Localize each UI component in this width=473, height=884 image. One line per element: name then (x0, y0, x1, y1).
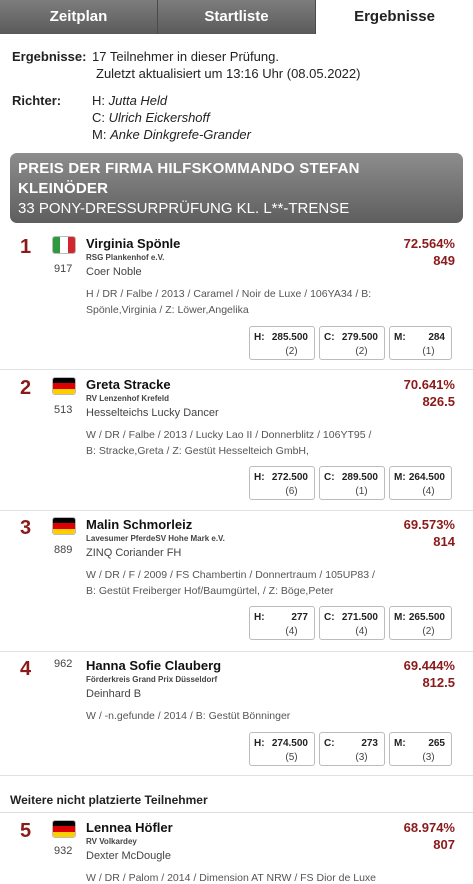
horse-name: ZINQ Coriander FH (86, 547, 182, 559)
percentage: 70.641% (403, 377, 455, 392)
bib-number: 932 (54, 845, 73, 857)
section-divider (0, 812, 473, 813)
rank: 2 (20, 377, 32, 399)
score-m: M: 284 (1) (389, 326, 452, 360)
tab-zeitplan[interactable]: Zeitplan (0, 0, 158, 34)
results-label: Ergebnisse: (12, 49, 87, 64)
rank: 4 (20, 658, 32, 680)
last-updated: Zuletzt aktualisiert um 13:16 Uhr (08.05… (96, 66, 361, 81)
result-row-2[interactable]: 2 513 Greta Stracke RV Lenzenhof Krefeld… (0, 373, 473, 511)
score-m: M: 265.500 (2) (389, 606, 452, 640)
score-m: M: 264.500 (4) (389, 466, 452, 500)
points: 807 (433, 837, 455, 852)
percentage: 69.573% (403, 517, 455, 532)
horse-details: W / DR / Palom / 2014 / Dimension AT NRW… (86, 872, 377, 884)
club-name: RV Lenzenhof Krefeld (86, 394, 169, 403)
points: 826.5 (422, 394, 455, 409)
club-name: Förderkreis Grand Prix Düsseldorf (86, 675, 218, 684)
bib-number: 917 (54, 263, 73, 275)
club-name: Lavesumer PferdeSV Hohe Mark e.V. (86, 534, 225, 543)
score-c: C: 289.500 (1) (319, 466, 385, 500)
rider-name[interactable]: Malin Schmorleiz (86, 517, 192, 532)
percentage: 69.444% (403, 658, 455, 673)
score-c: C: 279.500 (2) (319, 326, 385, 360)
score-m: M: 265 (3) (389, 732, 452, 766)
italy-flag-icon (52, 236, 76, 254)
score-h: H: 272.500 (6) (249, 466, 315, 500)
club-name: RSG Plankenhof e.V. (86, 253, 165, 262)
horse-details: W / DR / F / 2009 / FS Chambertin / Donn… (86, 569, 375, 597)
judge-scores: H: 285.500 (2) C: 279.500 (2) M: 284 (1) (249, 326, 452, 360)
horse-details: W / DR / Falbe / 2013 / Lucky Lao II / D… (86, 429, 372, 457)
judge-c: C: Ulrich Eickershoff (92, 110, 210, 125)
judge-scores: H: 277 (4) C: 271.500 (4) M: 265.500 (2) (249, 606, 452, 640)
rider-name[interactable]: Hanna Sofie Clauberg (86, 658, 221, 673)
result-row-1[interactable]: 1 917 Virginia Spönle RSG Plankenhof e.V… (0, 232, 473, 370)
score-h: H: 285.500 (2) (249, 326, 315, 360)
score-c: C: 273 (3) (319, 732, 385, 766)
rider-name[interactable]: Virginia Spönle (86, 236, 180, 251)
judge-m: M: Anke Dinkgrefe-Grander (92, 127, 251, 142)
rank: 5 (20, 820, 32, 842)
tab-startliste[interactable]: Startliste (158, 0, 316, 34)
score-c: C: 271.500 (4) (319, 606, 385, 640)
result-row-5[interactable]: 5 932 Lennea Höfler RV Volkardey Dexter … (0, 816, 473, 884)
rider-name[interactable]: Greta Stracke (86, 377, 171, 392)
horse-name: Hesselteichs Lucky Dancer (86, 407, 219, 419)
percentage: 68.974% (403, 820, 455, 835)
judge-scores: H: 272.500 (6) C: 289.500 (1) M: 264.500 (4) (249, 466, 452, 500)
competition-title-line1: PREIS DER FIRMA HILFSKOMMANDO STEFAN (18, 160, 360, 177)
bib-number: 962 (54, 658, 73, 670)
score-h: H: 277 (4) (249, 606, 315, 640)
tab-ergebnisse[interactable]: Ergebnisse (316, 0, 473, 34)
rider-name[interactable]: Lennea Höfler (86, 820, 173, 835)
rank: 3 (20, 517, 32, 539)
judge-scores: H: 274.500 (5) C: 273 (3) M: 265 (3) (249, 732, 452, 766)
horse-name: Deinhard B (86, 688, 142, 700)
club-name: RV Volkardey (86, 837, 137, 846)
bib-number: 513 (54, 404, 73, 416)
horse-details: H / DR / Falbe / 2013 / Caramel / Noir d… (86, 288, 372, 316)
germany-flag-icon (52, 820, 76, 838)
competition-info: Ergebnisse: 17 Teilnehmer in dieser Prüf… (0, 34, 473, 143)
horse-name: Dexter McDougle (86, 850, 171, 862)
competition-title-line2: KLEINÖDER (18, 180, 109, 197)
unplaced-heading: Weitere nicht platzierte Teilnehmer (10, 793, 208, 807)
judge-h: H: Jutta Held (92, 93, 168, 108)
germany-flag-icon (52, 377, 76, 395)
horse-details: W / -n.gefunde / 2014 / B: Gestüt Bönnin… (86, 710, 291, 722)
score-h: H: 274.500 (5) (249, 732, 315, 766)
judges-label: Richter: (12, 93, 62, 108)
participant-count: 17 Teilnehmer in dieser Prüfung. (92, 49, 279, 64)
competition-subtitle: 33 PONY-DRESSURPRÜFUNG KL. L**-TRENSE (18, 200, 350, 217)
points: 849 (433, 253, 455, 268)
tab-bar: Zeitplan Startliste Ergebnisse (0, 0, 473, 34)
points: 814 (433, 534, 455, 549)
germany-flag-icon (52, 517, 76, 535)
result-row-3[interactable]: 3 889 Malin Schmorleiz Lavesumer PferdeS… (0, 513, 473, 652)
bib-number: 889 (54, 544, 73, 556)
rank: 1 (20, 236, 32, 258)
horse-name: Coer Noble (86, 266, 142, 278)
result-row-4[interactable]: 4 962 Hanna Sofie Clauberg Förderkreis G… (0, 654, 473, 776)
points: 812.5 (422, 675, 455, 690)
percentage: 72.564% (403, 236, 455, 251)
competition-banner: PREIS DER FIRMA HILFSKOMMANDO STEFAN KLE… (10, 153, 463, 223)
